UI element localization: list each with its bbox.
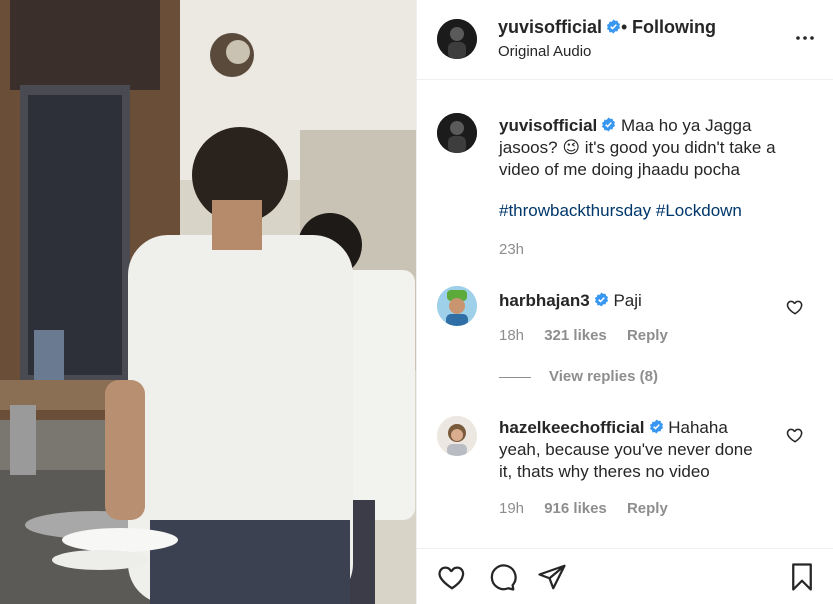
view-replies-button[interactable]: View replies (8): [499, 368, 658, 385]
audio-label[interactable]: Original Audio: [498, 43, 591, 60]
caption-time[interactable]: 23h: [499, 241, 524, 258]
post-video[interactable]: [0, 0, 416, 604]
avatar-image: [437, 416, 477, 456]
post-action-bar: [417, 548, 833, 604]
comment-like-heart-icon[interactable]: [786, 298, 804, 316]
replies-divider: [499, 376, 531, 378]
comment-text-block: harbhajan3 Paji: [499, 290, 799, 312]
comment-avatar[interactable]: [437, 286, 477, 326]
post-username-text[interactable]: yuvisofficial: [498, 17, 602, 37]
comment-meta: 19h 916 likes Reply: [499, 500, 684, 517]
comments-section: yuvisofficial Maa ho ya Jagga jasoos? 😉 …: [417, 80, 833, 548]
caption-username[interactable]: yuvisofficial: [499, 116, 597, 135]
video-frame-illustration: [0, 0, 416, 604]
comment-username[interactable]: hazelkeechofficial: [499, 418, 645, 437]
separator-dot: •: [621, 17, 628, 37]
caption-avatar[interactable]: [437, 113, 477, 153]
paper-plane-icon[interactable]: [537, 562, 567, 592]
more-options-icon[interactable]: [793, 26, 817, 50]
bookmark-icon[interactable]: [787, 562, 817, 592]
reply-button[interactable]: Reply: [627, 327, 668, 344]
comment-likes-count[interactable]: 321 likes: [544, 327, 607, 344]
comment-avatar[interactable]: [437, 416, 477, 456]
comment-time[interactable]: 19h: [499, 500, 524, 517]
comment-time[interactable]: 18h: [499, 327, 524, 344]
comment-username[interactable]: harbhajan3: [499, 291, 590, 310]
verified-badge-icon: [649, 419, 663, 434]
heart-icon[interactable]: [437, 562, 467, 592]
verified-badge-icon: [602, 117, 616, 132]
verified-badge-icon: [606, 19, 621, 34]
avatar-image: [437, 113, 477, 153]
hashtag-link[interactable]: #throwbackthursday: [499, 201, 651, 220]
verified-badge-icon: [594, 292, 608, 307]
hashtag-link[interactable]: #Lockdown: [656, 201, 742, 220]
following-button[interactable]: Following: [632, 17, 716, 38]
comment-likes-count[interactable]: 916 likes: [544, 500, 607, 517]
post-header: yuvisofficial • Following Original Audio: [417, 0, 833, 80]
reply-button[interactable]: Reply: [627, 500, 668, 517]
view-replies-label[interactable]: View replies (8): [549, 368, 658, 385]
caption-meta: 23h: [499, 241, 540, 258]
post-details-panel: yuvisofficial • Following Original Audio…: [416, 0, 833, 604]
comment-icon[interactable]: [487, 562, 517, 592]
comment-text-block: hazelkeechofficial Hahaha yeah, because …: [499, 417, 769, 483]
comment-meta: 18h 321 likes Reply: [499, 327, 684, 344]
comment-like-heart-icon[interactable]: [786, 426, 804, 444]
avatar-image: [437, 286, 477, 326]
post-username[interactable]: yuvisofficial: [498, 17, 621, 38]
comment-text: Paji: [613, 291, 642, 310]
avatar[interactable]: [437, 19, 477, 59]
caption-text-block: yuvisofficial Maa ho ya Jagga jasoos? 😉 …: [499, 115, 799, 181]
avatar-image: [437, 19, 477, 59]
caption-hashtags: #throwbackthursday #Lockdown: [499, 201, 742, 221]
